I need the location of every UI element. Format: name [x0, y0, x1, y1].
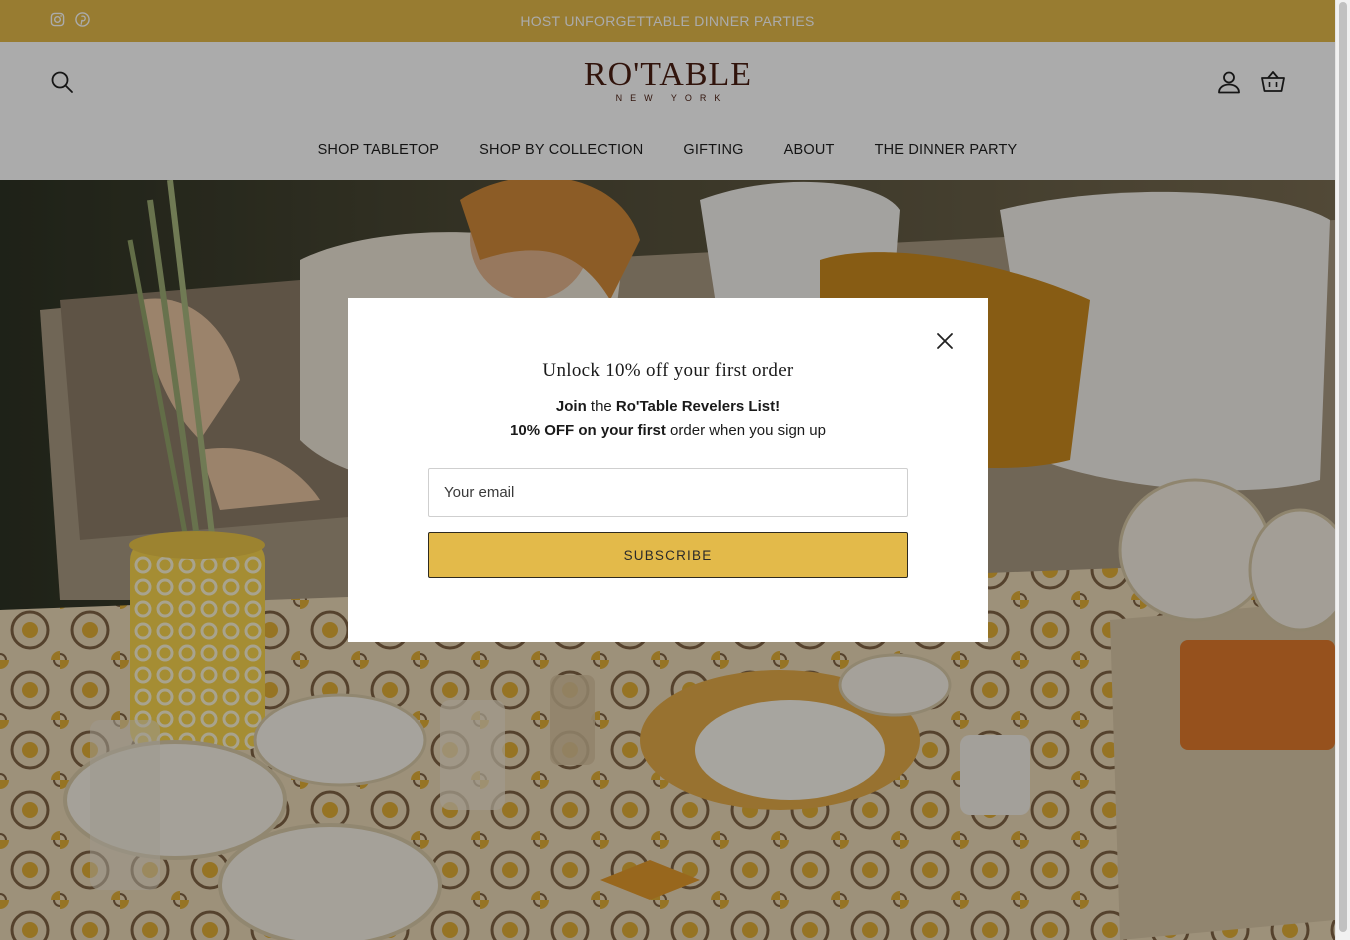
subscribe-button[interactable]: SUBSCRIBE — [428, 532, 908, 578]
page-scrollbar[interactable] — [1335, 0, 1350, 940]
popup-offer-text: 10% OFF on your first — [510, 422, 666, 439]
popup-the-text: the — [586, 398, 616, 415]
popup-subtitle-line-2: 10% OFF on your first order when you sig… — [348, 422, 988, 439]
email-input[interactable] — [428, 468, 908, 517]
popup-list-name: Ro'Table Revelers List! — [615, 398, 781, 415]
newsletter-popup: Unlock 10% off your first order Join the… — [348, 298, 988, 642]
page: HOST UNFORGETTABLE DINNER PARTIES RO'TAB… — [0, 0, 1335, 940]
popup-subtitle-line-1: Join the Ro'Table Revelers List! — [348, 398, 988, 415]
popup-offer-suffix: order when you sign up — [665, 422, 826, 439]
scrollbar-thumb[interactable] — [1339, 2, 1347, 932]
popup-join-text: Join — [555, 398, 587, 415]
close-icon[interactable] — [934, 330, 956, 352]
popup-title: Unlock 10% off your first order — [542, 360, 794, 381]
